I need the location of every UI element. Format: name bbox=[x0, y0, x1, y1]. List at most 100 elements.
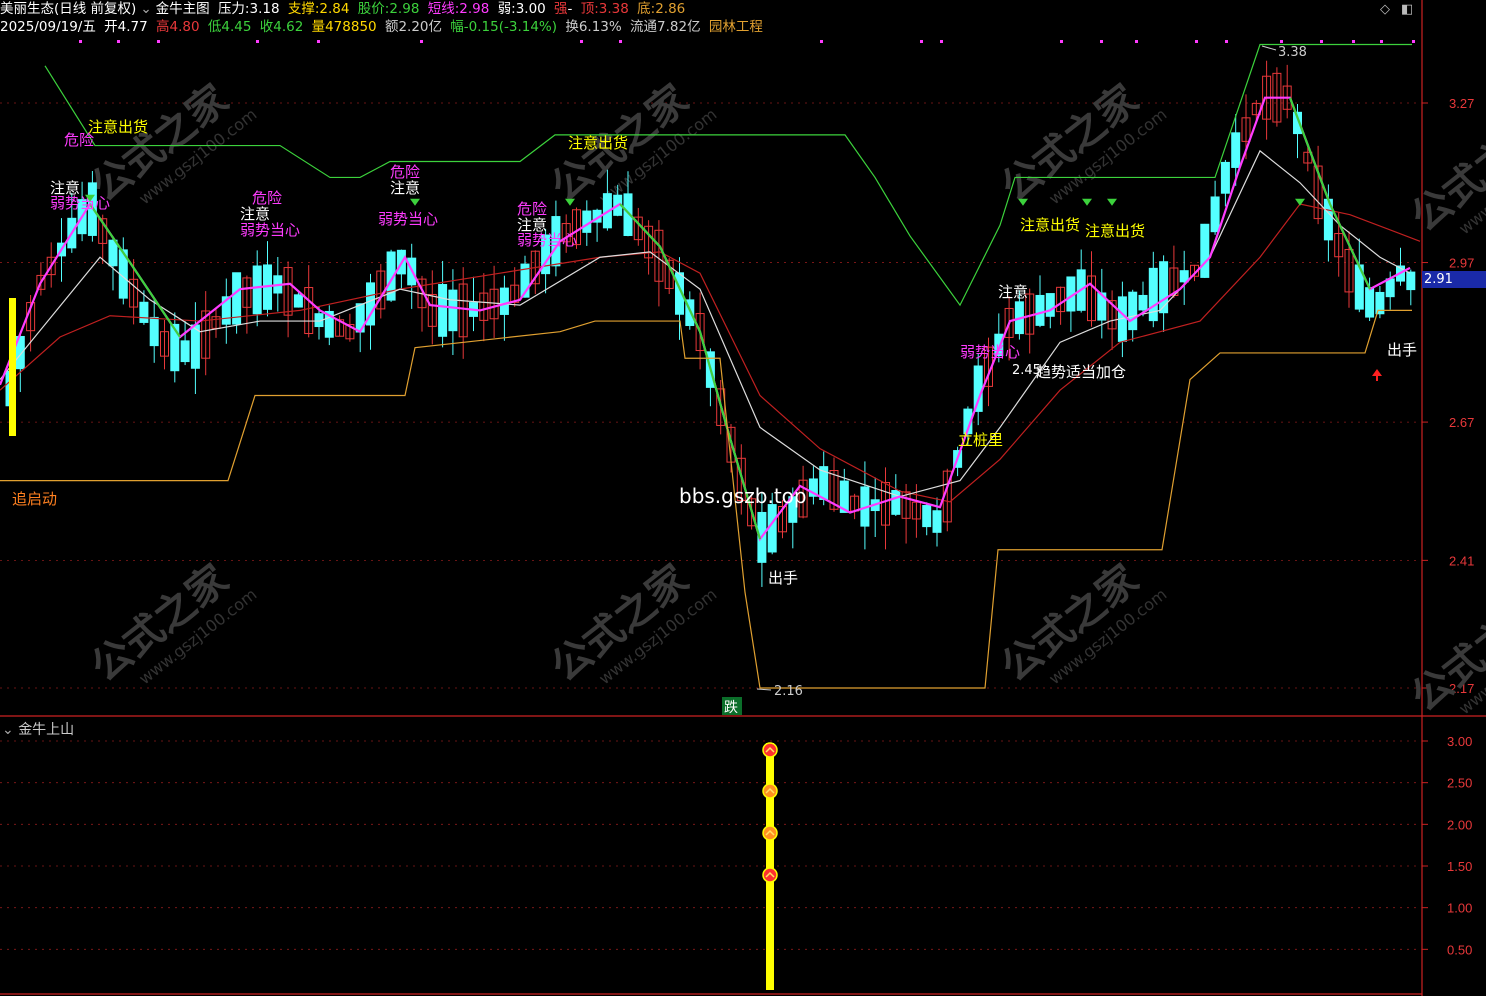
sector: 园林工程 bbox=[708, 19, 763, 35]
y-axis-label: 3.27 bbox=[1449, 96, 1474, 111]
candle-down bbox=[1200, 223, 1210, 278]
candle-down bbox=[1210, 196, 1220, 233]
top-value: 3.38 bbox=[598, 1, 629, 17]
watermark: 公式之家www.gszj100.com bbox=[1403, 106, 1486, 241]
low-price-pointer bbox=[756, 688, 772, 691]
signal-dot bbox=[1195, 40, 1198, 43]
signal-dot bbox=[1412, 40, 1415, 43]
candle-down bbox=[438, 284, 448, 337]
high-price-pointer bbox=[1261, 45, 1277, 51]
watermark: 公式之家www.gszj100.com bbox=[993, 556, 1171, 691]
chg-label: 幅 bbox=[450, 19, 464, 35]
candle-down bbox=[448, 289, 458, 332]
label-weak-care: 弱势当心 bbox=[517, 231, 577, 249]
candle-down bbox=[170, 323, 180, 372]
candle-down bbox=[108, 239, 118, 267]
signal-dot bbox=[619, 40, 622, 43]
watermark-site: bbs.gszb.top bbox=[679, 484, 807, 508]
signal-dot bbox=[920, 40, 923, 43]
label-weak-care: 弱势当心 bbox=[378, 210, 438, 228]
high-value: 4.80 bbox=[169, 19, 200, 35]
y-axis-label: 2.41 bbox=[1449, 553, 1474, 568]
panel-toggle-icon[interactable]: ◧ bbox=[1401, 2, 1413, 17]
stock-name[interactable]: 美丽生态(日线 前复权) bbox=[0, 1, 136, 17]
signal-dot bbox=[1352, 40, 1355, 43]
label-sell-notice: 注意出货 bbox=[568, 134, 628, 152]
candle-down bbox=[139, 301, 149, 323]
signal-dot bbox=[420, 40, 423, 43]
label-weak-care: 弱势当心 bbox=[960, 343, 1020, 361]
signal-dot bbox=[1100, 40, 1103, 43]
candle-down bbox=[1406, 271, 1416, 291]
candle-down bbox=[1045, 293, 1055, 317]
sub-y-axis-label: 1.50 bbox=[1447, 859, 1472, 874]
candle-down bbox=[1159, 261, 1169, 314]
dropdown-icon[interactable]: ⌄ bbox=[140, 1, 151, 17]
label-add-position: 趋势适当加仓 bbox=[1036, 363, 1126, 381]
chart-window: 3.27 2.97 2.67 2.41 2.17 3.00 2.50 2.00 1.50 1.00… bbox=[0, 0, 1486, 996]
candle-down bbox=[1035, 294, 1045, 326]
signal-dot bbox=[79, 40, 82, 43]
watermark: 公式之家www.gszj100.com bbox=[1403, 586, 1486, 721]
chg-value: -0.15(-3.14%) bbox=[463, 19, 558, 35]
turn-value: 6.13% bbox=[578, 19, 622, 35]
sub-y-axis-label: 2.50 bbox=[1447, 776, 1472, 791]
label-high-price: 3.38 bbox=[1278, 45, 1307, 60]
signal-dot bbox=[580, 40, 583, 43]
label-sell-notice: 注意出货 bbox=[88, 118, 148, 136]
candle-down bbox=[190, 324, 200, 369]
sub-y-axis-label: 2.00 bbox=[1447, 817, 1472, 832]
sub-indicator-title[interactable]: ⌄ 金牛上山 bbox=[2, 719, 74, 739]
candle-down bbox=[1138, 294, 1148, 311]
support-value: 2.84 bbox=[319, 1, 350, 17]
signal-dot bbox=[1320, 40, 1323, 43]
kline-chart[interactable]: 3.272.972.672.412.173.002.502.001.501.00… bbox=[0, 0, 1486, 996]
signal-dot bbox=[317, 40, 320, 43]
label-weak-care: 弱势当心 bbox=[50, 194, 110, 212]
sub-y-axis-label: 0.50 bbox=[1447, 942, 1472, 957]
float-value: 7.82亿 bbox=[657, 19, 701, 35]
strong-dash: - bbox=[567, 1, 573, 17]
current-price-badge: 2.91 bbox=[1422, 271, 1486, 288]
signal-dot bbox=[1060, 40, 1063, 43]
diamond-icon[interactable]: ◇ bbox=[1380, 2, 1390, 17]
low-value: 4.45 bbox=[221, 19, 252, 35]
price-value: 2.98 bbox=[389, 1, 420, 17]
signal-marker-icon bbox=[762, 825, 778, 841]
close-value: 4.62 bbox=[273, 19, 304, 35]
down-arrow-icon bbox=[1082, 198, 1092, 206]
indicator-name[interactable]: 金牛主图 bbox=[156, 1, 210, 17]
close-label: 收 bbox=[259, 19, 274, 35]
signal-dot bbox=[117, 40, 120, 43]
candle-down bbox=[499, 287, 509, 315]
signal-dot bbox=[940, 40, 943, 43]
up-arrow-icon bbox=[1372, 369, 1382, 381]
sub-y-axis-label: 1.00 bbox=[1447, 901, 1472, 916]
down-arrow-icon bbox=[410, 198, 420, 206]
signal-dot bbox=[820, 40, 823, 43]
candle-down bbox=[180, 340, 190, 363]
amt-label: 额 bbox=[384, 19, 399, 35]
rally-bar bbox=[766, 743, 774, 990]
turn-label: 换 bbox=[565, 19, 579, 35]
price-label: 股价: bbox=[357, 1, 390, 17]
watermark: 公式之家www.gszj100.com bbox=[993, 76, 1171, 211]
open-value: 4.77 bbox=[117, 19, 148, 35]
signal-dot bbox=[1135, 40, 1138, 43]
candle-down bbox=[1128, 291, 1138, 331]
vol-value: 478850 bbox=[325, 19, 377, 35]
down-arrow-icon bbox=[1107, 198, 1117, 206]
top-label: 顶: bbox=[580, 1, 599, 17]
watermark: 公式之家www.gszj100.com bbox=[543, 556, 721, 691]
candle-down bbox=[293, 294, 303, 308]
candle-down bbox=[932, 510, 942, 533]
label-weak-care: 弱势当心 bbox=[240, 221, 300, 239]
y-axis-label: 2.97 bbox=[1449, 256, 1474, 271]
dropdown-icon[interactable]: ⌄ bbox=[2, 722, 14, 738]
date: 2025/09/19/五 bbox=[0, 19, 96, 35]
watermark: 公式之家www.gszj100.com bbox=[83, 556, 261, 691]
candle-down bbox=[1220, 161, 1230, 194]
candle-down bbox=[252, 265, 262, 315]
signal-marker-icon bbox=[762, 783, 778, 799]
signal-dot bbox=[1380, 40, 1383, 43]
